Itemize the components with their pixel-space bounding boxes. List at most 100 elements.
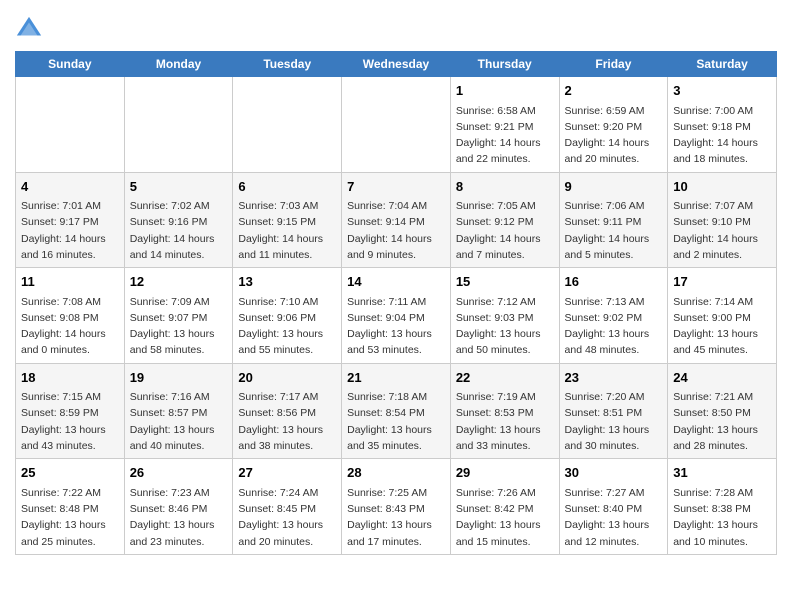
- day-number: 28: [347, 463, 445, 483]
- calendar-cell: 19Sunrise: 7:16 AMSunset: 8:57 PMDayligh…: [124, 363, 233, 459]
- day-info: Sunrise: 7:00 AMSunset: 9:18 PMDaylight:…: [673, 103, 771, 168]
- day-info: Sunrise: 7:20 AMSunset: 8:51 PMDaylight:…: [565, 389, 663, 454]
- day-info: Sunrise: 7:05 AMSunset: 9:12 PMDaylight:…: [456, 198, 554, 263]
- day-info: Sunrise: 7:15 AMSunset: 8:59 PMDaylight:…: [21, 389, 119, 454]
- day-number: 10: [673, 177, 771, 197]
- column-header-wednesday: Wednesday: [342, 52, 451, 77]
- header: [15, 10, 777, 43]
- column-header-saturday: Saturday: [668, 52, 777, 77]
- day-number: 1: [456, 81, 554, 101]
- calendar-cell: 28Sunrise: 7:25 AMSunset: 8:43 PMDayligh…: [342, 459, 451, 555]
- calendar-cell: 22Sunrise: 7:19 AMSunset: 8:53 PMDayligh…: [450, 363, 559, 459]
- calendar-cell: 17Sunrise: 7:14 AMSunset: 9:00 PMDayligh…: [668, 268, 777, 364]
- day-number: 29: [456, 463, 554, 483]
- day-number: 6: [238, 177, 336, 197]
- day-number: 18: [21, 368, 119, 388]
- calendar-cell: 29Sunrise: 7:26 AMSunset: 8:42 PMDayligh…: [450, 459, 559, 555]
- day-info: Sunrise: 7:13 AMSunset: 9:02 PMDaylight:…: [565, 294, 663, 359]
- logo-icon: [15, 15, 43, 43]
- day-number: 2: [565, 81, 663, 101]
- calendar-header-row: SundayMondayTuesdayWednesdayThursdayFrid…: [16, 52, 777, 77]
- day-number: 14: [347, 272, 445, 292]
- day-number: 9: [565, 177, 663, 197]
- calendar-cell: 11Sunrise: 7:08 AMSunset: 9:08 PMDayligh…: [16, 268, 125, 364]
- calendar-cell: 31Sunrise: 7:28 AMSunset: 8:38 PMDayligh…: [668, 459, 777, 555]
- day-number: 16: [565, 272, 663, 292]
- calendar-cell: [233, 77, 342, 173]
- calendar-cell: 27Sunrise: 7:24 AMSunset: 8:45 PMDayligh…: [233, 459, 342, 555]
- calendar-cell: 24Sunrise: 7:21 AMSunset: 8:50 PMDayligh…: [668, 363, 777, 459]
- column-header-monday: Monday: [124, 52, 233, 77]
- column-header-friday: Friday: [559, 52, 668, 77]
- calendar-cell: 8Sunrise: 7:05 AMSunset: 9:12 PMDaylight…: [450, 172, 559, 268]
- day-number: 4: [21, 177, 119, 197]
- day-info: Sunrise: 7:27 AMSunset: 8:40 PMDaylight:…: [565, 485, 663, 550]
- day-number: 26: [130, 463, 228, 483]
- logo: [15, 15, 47, 43]
- day-info: Sunrise: 7:23 AMSunset: 8:46 PMDaylight:…: [130, 485, 228, 550]
- calendar-cell: 2Sunrise: 6:59 AMSunset: 9:20 PMDaylight…: [559, 77, 668, 173]
- calendar-cell: 13Sunrise: 7:10 AMSunset: 9:06 PMDayligh…: [233, 268, 342, 364]
- column-header-thursday: Thursday: [450, 52, 559, 77]
- calendar-cell: 7Sunrise: 7:04 AMSunset: 9:14 PMDaylight…: [342, 172, 451, 268]
- day-number: 15: [456, 272, 554, 292]
- day-info: Sunrise: 7:02 AMSunset: 9:16 PMDaylight:…: [130, 198, 228, 263]
- day-info: Sunrise: 7:08 AMSunset: 9:08 PMDaylight:…: [21, 294, 119, 359]
- calendar-cell: 18Sunrise: 7:15 AMSunset: 8:59 PMDayligh…: [16, 363, 125, 459]
- calendar-cell: 15Sunrise: 7:12 AMSunset: 9:03 PMDayligh…: [450, 268, 559, 364]
- day-number: 24: [673, 368, 771, 388]
- day-number: 30: [565, 463, 663, 483]
- calendar-cell: 30Sunrise: 7:27 AMSunset: 8:40 PMDayligh…: [559, 459, 668, 555]
- calendar-cell: 1Sunrise: 6:58 AMSunset: 9:21 PMDaylight…: [450, 77, 559, 173]
- day-info: Sunrise: 7:17 AMSunset: 8:56 PMDaylight:…: [238, 389, 336, 454]
- day-number: 31: [673, 463, 771, 483]
- calendar-cell: [124, 77, 233, 173]
- day-number: 22: [456, 368, 554, 388]
- day-info: Sunrise: 7:04 AMSunset: 9:14 PMDaylight:…: [347, 198, 445, 263]
- day-number: 25: [21, 463, 119, 483]
- day-number: 17: [673, 272, 771, 292]
- day-info: Sunrise: 7:01 AMSunset: 9:17 PMDaylight:…: [21, 198, 119, 263]
- calendar-cell: [342, 77, 451, 173]
- day-info: Sunrise: 7:07 AMSunset: 9:10 PMDaylight:…: [673, 198, 771, 263]
- calendar-cell: [16, 77, 125, 173]
- day-info: Sunrise: 7:28 AMSunset: 8:38 PMDaylight:…: [673, 485, 771, 550]
- day-number: 20: [238, 368, 336, 388]
- day-number: 7: [347, 177, 445, 197]
- calendar-cell: 26Sunrise: 7:23 AMSunset: 8:46 PMDayligh…: [124, 459, 233, 555]
- day-info: Sunrise: 7:26 AMSunset: 8:42 PMDaylight:…: [456, 485, 554, 550]
- day-info: Sunrise: 7:22 AMSunset: 8:48 PMDaylight:…: [21, 485, 119, 550]
- calendar-week-row: 25Sunrise: 7:22 AMSunset: 8:48 PMDayligh…: [16, 459, 777, 555]
- calendar-week-row: 18Sunrise: 7:15 AMSunset: 8:59 PMDayligh…: [16, 363, 777, 459]
- day-info: Sunrise: 7:24 AMSunset: 8:45 PMDaylight:…: [238, 485, 336, 550]
- day-number: 3: [673, 81, 771, 101]
- day-info: Sunrise: 6:59 AMSunset: 9:20 PMDaylight:…: [565, 103, 663, 168]
- day-number: 12: [130, 272, 228, 292]
- day-number: 19: [130, 368, 228, 388]
- calendar-cell: 25Sunrise: 7:22 AMSunset: 8:48 PMDayligh…: [16, 459, 125, 555]
- calendar-week-row: 11Sunrise: 7:08 AMSunset: 9:08 PMDayligh…: [16, 268, 777, 364]
- day-number: 11: [21, 272, 119, 292]
- day-info: Sunrise: 7:03 AMSunset: 9:15 PMDaylight:…: [238, 198, 336, 263]
- column-header-sunday: Sunday: [16, 52, 125, 77]
- calendar-cell: 4Sunrise: 7:01 AMSunset: 9:17 PMDaylight…: [16, 172, 125, 268]
- day-info: Sunrise: 7:12 AMSunset: 9:03 PMDaylight:…: [456, 294, 554, 359]
- day-number: 23: [565, 368, 663, 388]
- calendar-cell: 6Sunrise: 7:03 AMSunset: 9:15 PMDaylight…: [233, 172, 342, 268]
- calendar-table: SundayMondayTuesdayWednesdayThursdayFrid…: [15, 51, 777, 555]
- calendar-week-row: 4Sunrise: 7:01 AMSunset: 9:17 PMDaylight…: [16, 172, 777, 268]
- calendar-cell: 21Sunrise: 7:18 AMSunset: 8:54 PMDayligh…: [342, 363, 451, 459]
- calendar-cell: 5Sunrise: 7:02 AMSunset: 9:16 PMDaylight…: [124, 172, 233, 268]
- day-info: Sunrise: 7:10 AMSunset: 9:06 PMDaylight:…: [238, 294, 336, 359]
- day-number: 21: [347, 368, 445, 388]
- day-info: Sunrise: 7:19 AMSunset: 8:53 PMDaylight:…: [456, 389, 554, 454]
- calendar-cell: 9Sunrise: 7:06 AMSunset: 9:11 PMDaylight…: [559, 172, 668, 268]
- day-info: Sunrise: 7:16 AMSunset: 8:57 PMDaylight:…: [130, 389, 228, 454]
- calendar-cell: 14Sunrise: 7:11 AMSunset: 9:04 PMDayligh…: [342, 268, 451, 364]
- day-info: Sunrise: 7:06 AMSunset: 9:11 PMDaylight:…: [565, 198, 663, 263]
- day-info: Sunrise: 7:18 AMSunset: 8:54 PMDaylight:…: [347, 389, 445, 454]
- day-number: 13: [238, 272, 336, 292]
- day-number: 8: [456, 177, 554, 197]
- day-info: Sunrise: 7:14 AMSunset: 9:00 PMDaylight:…: [673, 294, 771, 359]
- calendar-cell: 16Sunrise: 7:13 AMSunset: 9:02 PMDayligh…: [559, 268, 668, 364]
